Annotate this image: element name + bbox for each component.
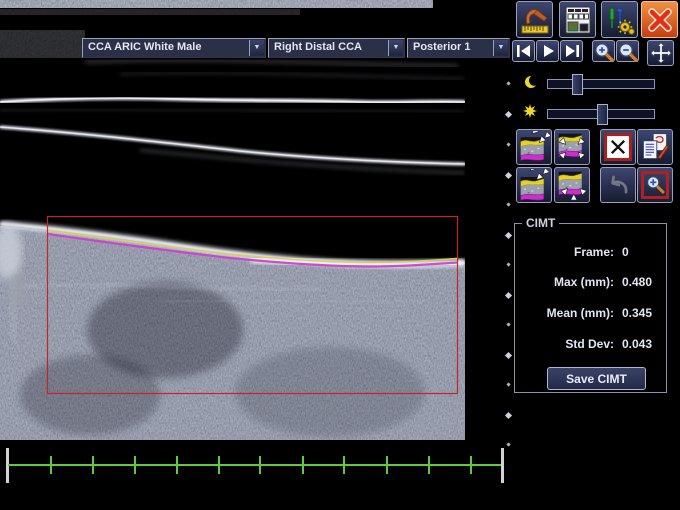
measure-tools-button[interactable]: [516, 1, 553, 38]
depth-marker-icon: [505, 292, 512, 299]
segment-dropdown[interactable]: Right Distal CCA ▼: [268, 38, 405, 58]
undo-button[interactable]: [600, 167, 636, 203]
cimt-mean-row: Mean (mm): 0.345: [520, 306, 662, 320]
mean-value: 0.345: [622, 306, 662, 320]
brightness-slider[interactable]: [547, 109, 655, 119]
zoom-out-icon: [617, 41, 638, 62]
depth-marker-icon: [506, 81, 510, 85]
timeline-end-handle[interactable]: [501, 448, 504, 483]
frame-label: Frame:: [574, 245, 614, 259]
undo-icon: [602, 169, 634, 201]
protocol-value: CCA ARIC White Male: [88, 41, 201, 53]
timeline-tick: [428, 456, 430, 474]
zoom-in-button[interactable]: [592, 40, 615, 62]
zoom-roi-button[interactable]: [637, 167, 673, 203]
depth-marker-icon: [506, 382, 510, 386]
angle-dropdown[interactable]: Posterior 1 ▼: [407, 38, 510, 58]
mean-label: Mean (mm):: [547, 306, 614, 320]
chevron-down-icon[interactable]: ▼: [249, 40, 264, 56]
zoom-out-button[interactable]: [616, 40, 639, 62]
copy-report-icon: [639, 131, 671, 163]
close-button[interactable]: [641, 1, 678, 38]
report-button[interactable]: [559, 1, 596, 38]
chevron-down-icon[interactable]: ▼: [388, 40, 403, 56]
trace-smooth-icon: [556, 169, 588, 201]
timeline-tick: [386, 456, 388, 474]
trace-refine-button[interactable]: [554, 129, 590, 165]
protocol-dropdown[interactable]: CCA ARIC White Male ▼: [82, 38, 266, 58]
depth-marker-icon: [505, 111, 512, 118]
play-button[interactable]: [536, 40, 559, 62]
settings-tools-icon: [605, 5, 635, 35]
report-layout-icon: [563, 5, 593, 35]
frame-timeline[interactable]: [0, 445, 510, 490]
depth-marker-icon: [505, 412, 512, 419]
cimt-max-row: Max (mm): 0.480: [520, 275, 662, 289]
depth-marker-icon: [505, 172, 512, 179]
frame-value: 0: [622, 245, 662, 259]
timeline-tick: [343, 456, 345, 474]
play-icon: [540, 44, 556, 58]
trace-nudge-icon: [518, 169, 550, 201]
pan-icon: [650, 42, 672, 64]
pan-button[interactable]: [647, 40, 674, 66]
application-window: CCA ARIC White Male ▼ Right Distal CCA ▼…: [0, 0, 680, 510]
max-value: 0.480: [622, 275, 662, 289]
first-frame-button[interactable]: [512, 40, 535, 62]
trace-refine-icon: [556, 131, 588, 163]
close-icon: [645, 5, 675, 35]
gamma-slider-thumb[interactable]: [572, 74, 583, 95]
settings-button[interactable]: [601, 1, 638, 38]
angle-value: Posterior 1: [413, 41, 470, 53]
stddev-value: 0.043: [622, 337, 662, 351]
depth-marker-icon: [505, 352, 512, 359]
stddev-label: Std Dev:: [565, 337, 614, 351]
depth-marker-icon: [506, 322, 510, 326]
cimt-panel-title: CIMT: [522, 216, 559, 230]
timeline-tick: [50, 456, 52, 474]
delete-trace-icon: [602, 131, 634, 163]
delete-trace-button[interactable]: [600, 129, 636, 165]
depth-marker-icon: [505, 232, 512, 239]
timeline-tick: [302, 456, 304, 474]
copy-report-button[interactable]: [637, 129, 673, 165]
timeline-tick: [218, 456, 220, 474]
ultrasound-image[interactable]: [0, 0, 465, 443]
timeline-tick: [92, 456, 94, 474]
timeline-tick: [176, 456, 178, 474]
last-frame-button[interactable]: [560, 40, 583, 62]
cimt-stddev-row: Std Dev: 0.043: [520, 337, 662, 351]
timeline-tick: [134, 456, 136, 474]
zoom-roi-icon: [639, 169, 671, 201]
trace-detect-icon: [518, 131, 550, 163]
last-frame-icon: [564, 44, 580, 58]
cimt-frame-row: Frame: 0: [520, 245, 662, 259]
caliper-measure-icon: [520, 5, 550, 35]
depth-marker-icon: [506, 262, 510, 266]
gamma-slider[interactable]: [547, 79, 655, 89]
first-frame-icon: [516, 44, 532, 58]
zoom-in-icon: [593, 41, 614, 62]
depth-marker-icon: [506, 202, 510, 206]
trace-nudge-button[interactable]: [516, 167, 552, 203]
max-label: Max (mm):: [554, 275, 614, 289]
timeline-tick: [259, 456, 261, 474]
timeline-tick: [470, 456, 472, 474]
trace-detect-button[interactable]: [516, 129, 552, 165]
brightness-slider-thumb[interactable]: [597, 104, 608, 125]
chevron-down-icon[interactable]: ▼: [493, 40, 508, 56]
depth-marker-icon: [506, 142, 510, 146]
segment-value: Right Distal CCA: [274, 41, 362, 53]
sun-icon: [523, 104, 537, 118]
moon-icon: [524, 75, 538, 89]
trace-smooth-button[interactable]: [554, 167, 590, 203]
save-cimt-button[interactable]: Save CIMT: [547, 367, 646, 390]
